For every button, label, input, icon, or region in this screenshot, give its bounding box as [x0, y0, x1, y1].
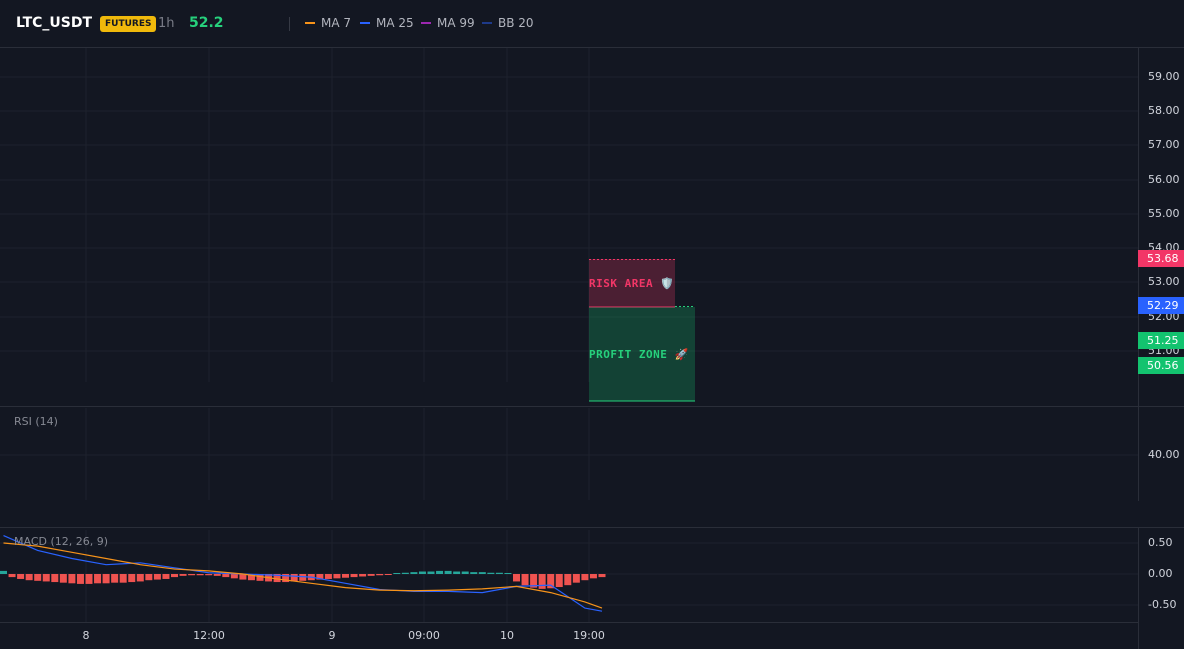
- time-axis-label: 8: [82, 629, 90, 642]
- macd-pane[interactable]: MACD (12, 26, 9): [0, 528, 1138, 622]
- macd-axis-label: -0.50: [1148, 598, 1177, 611]
- macd-axis[interactable]: 0.50 0.00 -0.50: [1138, 528, 1184, 622]
- rsi-pane[interactable]: RSI (14): [0, 407, 1138, 501]
- rsi-title[interactable]: RSI (14): [14, 415, 58, 428]
- time-axis-border: [0, 622, 1138, 623]
- time-axis-label: 9: [328, 629, 336, 642]
- risk-area-label: RISK AREA 🛡️: [589, 277, 675, 290]
- macd-title[interactable]: MACD (12, 26, 9): [14, 535, 108, 548]
- rsi-axis-label: 40.00: [1148, 448, 1180, 461]
- time-axis-label: 19:00: [573, 629, 605, 642]
- macd-axis-label: 0.00: [1148, 567, 1173, 580]
- macd-axis-label: 0.50: [1148, 536, 1173, 549]
- profit-zone-label: PROFIT ZONE 🚀: [589, 348, 689, 361]
- time-axis-label: 09:00: [408, 629, 440, 642]
- time-axis-label: 12:00: [193, 629, 225, 642]
- rsi-axis[interactable]: 40.00: [1138, 407, 1184, 501]
- time-axis-label: 10: [500, 629, 514, 642]
- time-axis-corner: [1138, 622, 1139, 649]
